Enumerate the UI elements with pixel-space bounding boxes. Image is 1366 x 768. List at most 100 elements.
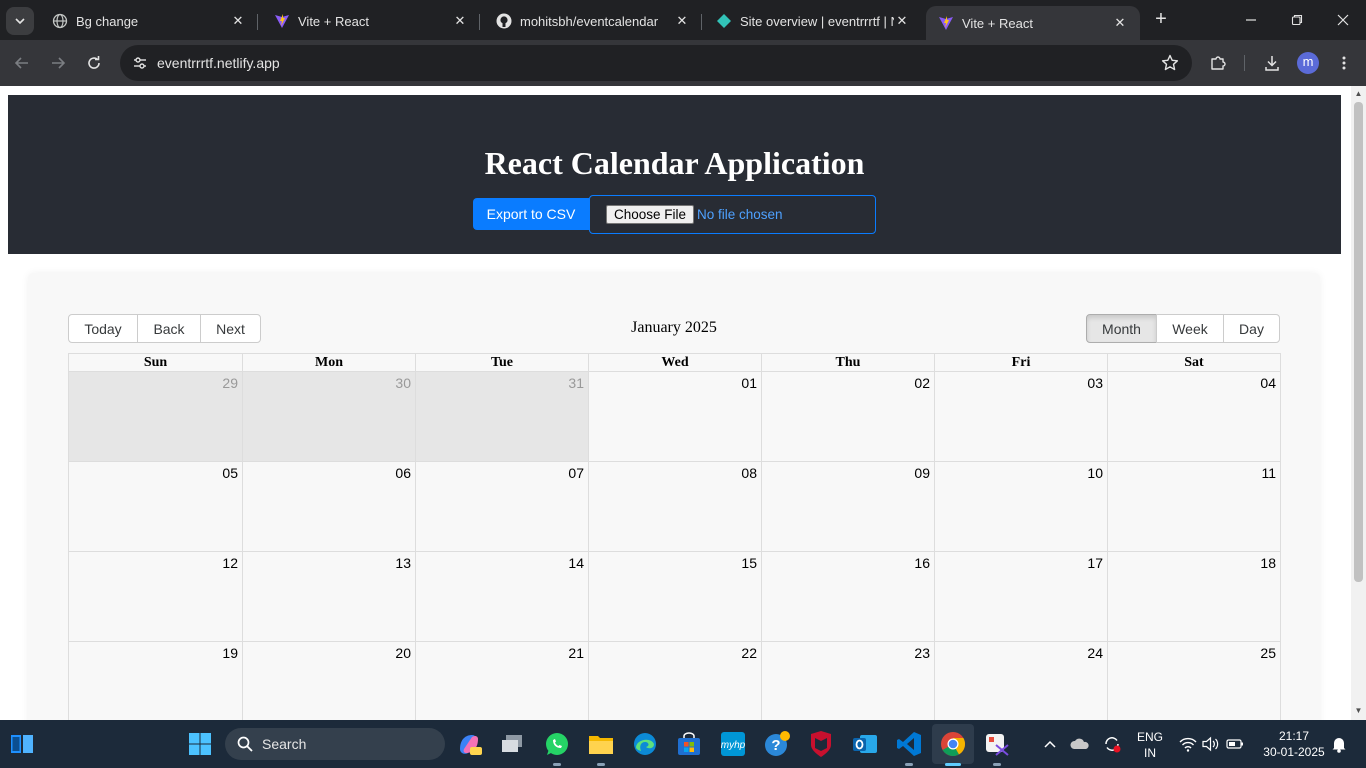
day-cell[interactable]: 15 bbox=[588, 552, 761, 641]
clock-time[interactable]: 21:17 bbox=[1254, 729, 1334, 743]
day-number-link[interactable]: 04 bbox=[1260, 375, 1276, 391]
browser-tab-3[interactable]: mohitsbh/eventcalendar ✕ bbox=[484, 6, 702, 36]
day-cell[interactable]: 17 bbox=[934, 552, 1107, 641]
chevron-up-icon[interactable] bbox=[1036, 730, 1064, 758]
day-number-link[interactable]: 29 bbox=[222, 375, 238, 391]
day-number-link[interactable]: 11 bbox=[1261, 465, 1276, 481]
day-cell[interactable]: 18 bbox=[1107, 552, 1280, 641]
taskbar-search-box[interactable]: Search bbox=[225, 728, 445, 760]
close-icon[interactable]: ✕ bbox=[452, 13, 468, 29]
day-cell[interactable]: 13 bbox=[242, 552, 415, 641]
browser-tab-1[interactable]: Bg change ✕ bbox=[40, 6, 258, 36]
day-number-link[interactable]: 14 bbox=[568, 555, 584, 571]
day-cell[interactable]: 20 bbox=[242, 642, 415, 720]
day-number-link[interactable]: 13 bbox=[395, 555, 411, 571]
day-cell[interactable]: 01 bbox=[588, 372, 761, 461]
clock-date[interactable]: 30-01-2025 bbox=[1254, 745, 1334, 759]
day-cell[interactable]: 11 bbox=[1107, 462, 1280, 551]
day-number-link[interactable]: 09 bbox=[914, 465, 930, 481]
day-cell[interactable]: 07 bbox=[415, 462, 588, 551]
forward-button[interactable] bbox=[46, 51, 70, 75]
day-cell[interactable]: 23 bbox=[761, 642, 934, 720]
extensions-button[interactable] bbox=[1206, 51, 1230, 75]
day-number-link[interactable]: 01 bbox=[741, 375, 757, 391]
input-language-top[interactable]: ENG bbox=[1132, 730, 1168, 744]
file-explorer-icon[interactable] bbox=[587, 730, 615, 758]
day-number-link[interactable]: 24 bbox=[1087, 645, 1103, 661]
chrome-icon[interactable] bbox=[939, 730, 967, 758]
day-number-link[interactable]: 30 bbox=[395, 375, 411, 391]
close-icon[interactable]: ✕ bbox=[894, 13, 910, 29]
scroll-down-icon[interactable]: ▼ bbox=[1354, 707, 1363, 715]
back-button[interactable] bbox=[10, 51, 34, 75]
day-number-link[interactable]: 23 bbox=[914, 645, 930, 661]
day-number-link[interactable]: 18 bbox=[1260, 555, 1276, 571]
get-help-icon[interactable]: ? bbox=[763, 730, 791, 758]
mcafee-icon[interactable] bbox=[807, 730, 835, 758]
outlook-icon[interactable] bbox=[851, 730, 879, 758]
input-language-bottom[interactable]: IN bbox=[1132, 746, 1168, 760]
edge-icon[interactable] bbox=[631, 730, 659, 758]
day-number-link[interactable]: 06 bbox=[395, 465, 411, 481]
choose-file-button[interactable]: Choose File bbox=[606, 205, 695, 224]
day-number-link[interactable]: 17 bbox=[1087, 555, 1103, 571]
site-settings-icon[interactable] bbox=[128, 51, 152, 75]
day-cell[interactable]: 29 bbox=[69, 372, 242, 461]
copilot-icon[interactable] bbox=[455, 730, 483, 758]
day-cell[interactable]: 25 bbox=[1107, 642, 1280, 720]
day-cell[interactable]: 08 bbox=[588, 462, 761, 551]
day-cell[interactable]: 30 bbox=[242, 372, 415, 461]
browser-menu-button[interactable] bbox=[1332, 51, 1356, 75]
whatsapp-icon[interactable] bbox=[543, 730, 571, 758]
close-icon[interactable]: ✕ bbox=[674, 13, 690, 29]
day-cell[interactable]: 02 bbox=[761, 372, 934, 461]
new-tab-button[interactable]: + bbox=[1150, 9, 1172, 31]
day-cell[interactable]: 22 bbox=[588, 642, 761, 720]
reload-button[interactable] bbox=[82, 51, 106, 75]
tab-search-button[interactable] bbox=[6, 7, 34, 35]
day-view-button[interactable]: Day bbox=[1223, 314, 1280, 343]
day-cell[interactable]: 14 bbox=[415, 552, 588, 641]
day-cell[interactable]: 12 bbox=[69, 552, 242, 641]
minimize-button[interactable] bbox=[1228, 0, 1274, 40]
vscode-icon[interactable] bbox=[895, 730, 923, 758]
onedrive-icon[interactable] bbox=[1066, 730, 1094, 758]
day-number-link[interactable]: 31 bbox=[568, 375, 584, 391]
export-csv-button[interactable]: Export to CSV bbox=[473, 198, 589, 230]
day-cell[interactable]: 10 bbox=[934, 462, 1107, 551]
day-number-link[interactable]: 08 bbox=[741, 465, 757, 481]
day-number-link[interactable]: 12 bbox=[222, 555, 238, 571]
myhp-icon[interactable]: myhp bbox=[719, 730, 747, 758]
browser-tab-5-active[interactable]: Vite + React ✕ bbox=[926, 6, 1140, 40]
day-cell[interactable]: 16 bbox=[761, 552, 934, 641]
windows-start-icon[interactable] bbox=[186, 730, 214, 758]
day-cell[interactable]: 19 bbox=[69, 642, 242, 720]
day-number-link[interactable]: 20 bbox=[395, 645, 411, 661]
day-cell[interactable]: 31 bbox=[415, 372, 588, 461]
notification-bell-icon[interactable] bbox=[1325, 730, 1353, 758]
day-number-link[interactable]: 03 bbox=[1087, 375, 1103, 391]
restore-button[interactable] bbox=[1274, 0, 1320, 40]
sync-icon[interactable] bbox=[1098, 730, 1126, 758]
day-number-link[interactable]: 10 bbox=[1087, 465, 1103, 481]
file-input[interactable]: Choose File No file chosen bbox=[589, 195, 876, 234]
page-scrollbar[interactable]: ▲ ▼ bbox=[1351, 86, 1366, 720]
snipping-tool-icon[interactable] bbox=[983, 730, 1011, 758]
battery-icon[interactable] bbox=[1221, 730, 1249, 758]
day-number-link[interactable]: 16 bbox=[914, 555, 930, 571]
day-number-link[interactable]: 15 bbox=[741, 555, 757, 571]
microsoft-store-icon[interactable] bbox=[675, 730, 703, 758]
day-cell[interactable]: 05 bbox=[69, 462, 242, 551]
profile-avatar[interactable]: m bbox=[1297, 52, 1319, 74]
day-cell[interactable]: 04 bbox=[1107, 372, 1280, 461]
day-number-link[interactable]: 19 bbox=[222, 645, 238, 661]
task-view-icon[interactable] bbox=[499, 730, 527, 758]
close-window-button[interactable] bbox=[1320, 0, 1366, 40]
bookmark-star-icon[interactable] bbox=[1160, 53, 1180, 73]
close-icon[interactable]: ✕ bbox=[230, 13, 246, 29]
scroll-up-icon[interactable]: ▲ bbox=[1354, 90, 1363, 98]
day-cell[interactable]: 21 bbox=[415, 642, 588, 720]
day-number-link[interactable]: 07 bbox=[568, 465, 584, 481]
day-number-link[interactable]: 21 bbox=[568, 645, 584, 661]
week-view-button[interactable]: Week bbox=[1156, 314, 1224, 343]
